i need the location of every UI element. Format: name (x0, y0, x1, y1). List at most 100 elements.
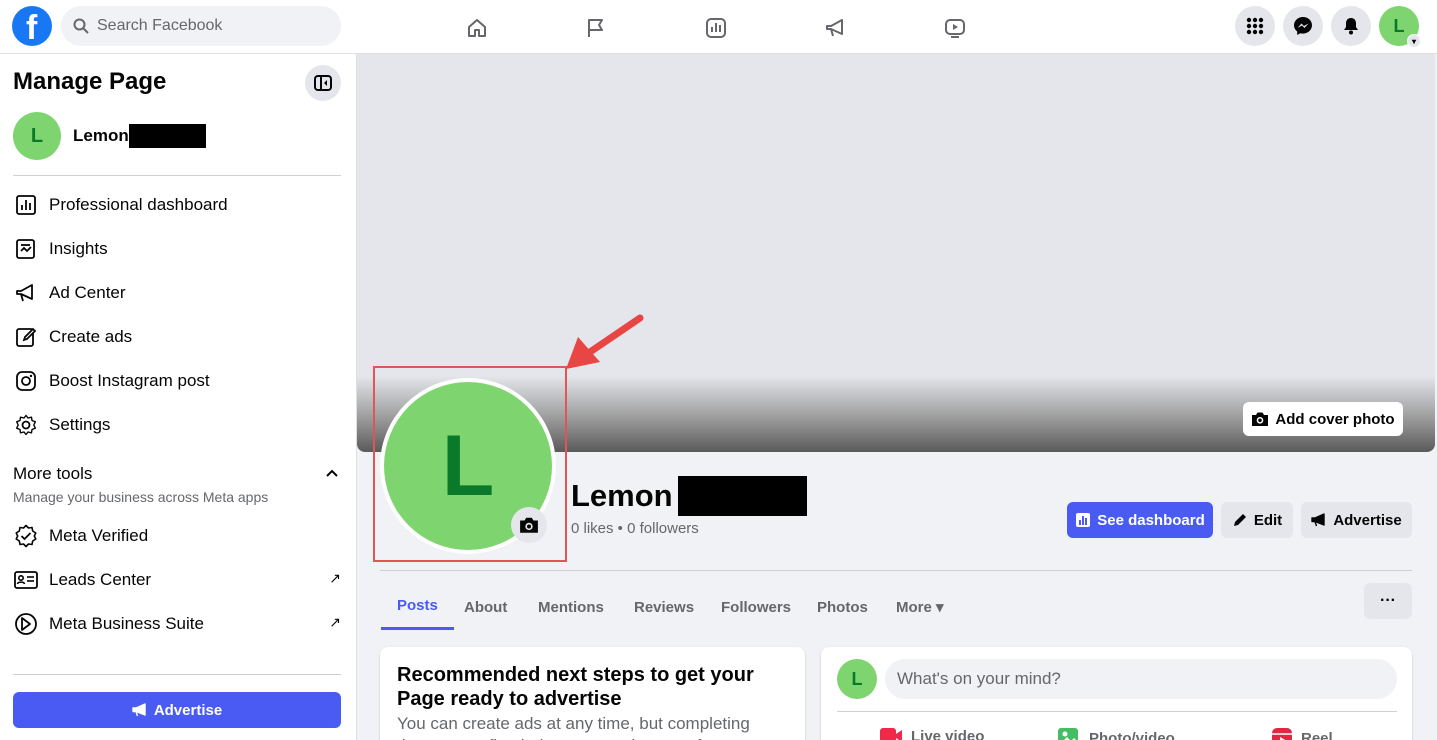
logo-letter: f (26, 9, 38, 47)
divider (380, 570, 1412, 571)
verified-icon (13, 523, 39, 549)
page-avatar[interactable]: L (13, 112, 61, 160)
sidebar-item-label: Ad Center (49, 283, 126, 302)
redacted-block (129, 124, 206, 148)
tab-posts[interactable]: Posts (381, 584, 454, 630)
divider (13, 674, 341, 675)
sidebar-advertise-button[interactable]: Advertise (13, 692, 341, 728)
collapse-sidebar-icon[interactable] (305, 65, 341, 101)
facebook-logo[interactable]: f (12, 6, 52, 47)
bell-icon[interactable] (1331, 6, 1371, 46)
instagram-icon (13, 368, 39, 394)
sidebar-item-insights[interactable]: Insights (13, 229, 341, 269)
tab-reviews[interactable]: Reviews (618, 584, 710, 630)
top-navigation-bar: f L ▾ (0, 0, 1437, 54)
sidebar-title: Manage Page (13, 68, 167, 95)
divider (13, 175, 341, 176)
sidebar-item-label: Meta Business Suite (49, 614, 204, 633)
more-tools-subtitle: Manage your business across Meta apps (13, 489, 269, 505)
recommended-steps-title: Recommended next steps to get your Page … (397, 664, 754, 710)
tab-about[interactable]: About (448, 584, 523, 630)
advertise-label: Advertise (1333, 511, 1402, 529)
sidebar-item-label: Settings (49, 415, 111, 434)
sidebar-item-ad-center[interactable]: Ad Center (13, 273, 341, 313)
home-icon[interactable] (457, 8, 497, 48)
reel-button[interactable]: Reel (1271, 727, 1333, 740)
add-cover-photo-button[interactable]: Add cover photo (1243, 402, 1403, 436)
sidebar-item-boost-instagram-post[interactable]: Boost Instagram post (13, 361, 341, 401)
search-input[interactable] (97, 6, 327, 46)
more-options-button[interactable]: ··· (1364, 583, 1412, 619)
live-video-button[interactable]: Live video (879, 727, 984, 740)
dashboard-icon (13, 192, 39, 218)
insights-icon (13, 236, 39, 262)
sidebar-item-label: Create ads (49, 327, 133, 346)
composer-avatar[interactable]: L (837, 659, 877, 699)
advertise-button[interactable]: Advertise (1301, 502, 1412, 538)
reel-icon (1272, 728, 1292, 740)
whats-on-your-mind-input[interactable] (885, 659, 1397, 699)
sidebar-item-label: Professional dashboard (49, 195, 228, 214)
tab-more[interactable]: More ▾ (880, 584, 960, 630)
sidebar-item-label: Insights (49, 239, 108, 258)
post-composer-card: L Live video Photo/video Reel (821, 647, 1412, 740)
page-stats: 0 likes • 0 followers (571, 520, 699, 537)
sidebar-item-leads-center[interactable]: Leads Center ↗ (13, 560, 341, 600)
sidebar-item-label: Leads Center (49, 570, 152, 589)
megaphone-icon[interactable] (816, 8, 856, 48)
page-name-link[interactable]: Lemon (73, 126, 129, 146)
account-avatar[interactable]: L ▾ (1379, 6, 1421, 48)
messenger-icon[interactable] (1283, 6, 1323, 46)
sidebar-item-label: Meta Verified (49, 526, 149, 545)
megaphone-icon (1311, 513, 1326, 527)
megaphone-icon (132, 703, 146, 717)
see-dashboard-button[interactable]: See dashboard (1067, 502, 1213, 538)
reel-label: Reel (1301, 729, 1333, 740)
page-avatar-initial: L (30, 124, 44, 147)
photo-video-button[interactable]: Photo/video (1057, 727, 1175, 740)
sidebar-item-meta-verified[interactable]: Meta Verified (13, 516, 341, 556)
external-link-icon: ↗ (329, 570, 341, 586)
sidebar-item-professional-dashboard[interactable]: Professional dashboard (13, 185, 341, 225)
live-video-label: Live video (911, 727, 985, 740)
annotation-highlight-box (373, 366, 567, 562)
composer-avatar-initial: L (851, 668, 863, 689)
chevron-up-icon[interactable] (326, 464, 338, 480)
manage-page-sidebar: Manage Page L Lemon Professional dashboa… (0, 54, 357, 740)
page-title: Lemon (571, 478, 673, 513)
sidebar-item-settings[interactable]: Settings (13, 405, 341, 445)
tab-mentions[interactable]: Mentions (522, 584, 620, 630)
insights-icon[interactable] (696, 8, 736, 48)
edit-button[interactable]: Edit (1221, 502, 1293, 538)
photo-icon (1058, 728, 1078, 740)
search-icon (73, 18, 89, 34)
recommended-steps-card: Recommended next steps to get your Page … (380, 647, 805, 740)
external-link-icon: ↗ (329, 614, 341, 630)
edit-label: Edit (1253, 511, 1283, 529)
sidebar-item-create-ads[interactable]: Create ads (13, 317, 341, 357)
camera-icon (1252, 412, 1269, 426)
see-dashboard-label: See dashboard (1097, 511, 1205, 529)
account-avatar-initial: L (1393, 15, 1405, 36)
search-box[interactable] (61, 6, 341, 46)
divider (837, 711, 1397, 712)
tab-photos[interactable]: Photos (801, 584, 884, 630)
video-icon[interactable] (935, 8, 975, 48)
sidebar-item-label: Boost Instagram post (49, 371, 210, 390)
add-cover-photo-label: Add cover photo (1275, 410, 1395, 428)
pencil-icon (1233, 514, 1246, 526)
leads-icon (13, 567, 39, 593)
redacted-block (678, 476, 807, 516)
more-tools-heading: More tools (13, 464, 93, 483)
megaphone-icon (13, 280, 39, 306)
chevron-down-icon[interactable]: ▾ (1407, 34, 1421, 48)
tab-followers[interactable]: Followers (705, 584, 807, 630)
gear-icon (13, 412, 39, 438)
business-suite-icon (13, 611, 39, 637)
flag-icon[interactable] (576, 8, 616, 48)
recommended-steps-body: You can create ads at any time, but comp… (397, 714, 750, 740)
apps-grid-icon[interactable] (1235, 6, 1275, 46)
photo-video-label: Photo/video (1089, 729, 1175, 740)
dashboard-icon (1076, 513, 1091, 527)
sidebar-item-meta-business-suite[interactable]: Meta Business Suite ↗ (13, 604, 341, 644)
